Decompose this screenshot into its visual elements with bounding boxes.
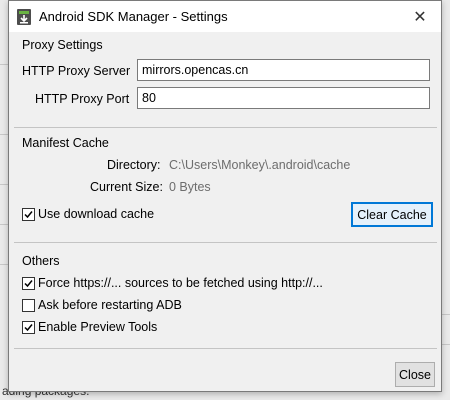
window-title: Android SDK Manager - Settings <box>39 9 228 24</box>
checkmark-icon <box>24 210 33 218</box>
checkbox-box[interactable] <box>22 298 35 312</box>
close-icon[interactable]: ✕ <box>399 1 441 32</box>
close-button[interactable]: Close <box>395 362 435 387</box>
directory-label: Directory: <box>107 158 161 172</box>
title-bar[interactable]: Android SDK Manager - Settings ✕ <box>9 1 441 32</box>
others-title: Others <box>22 254 60 268</box>
checkmark-icon <box>24 323 33 331</box>
settings-dialog: Android SDK Manager - Settings ✕ Proxy S… <box>8 0 442 392</box>
http-proxy-server-input[interactable]: mirrors.opencas.cn <box>137 59 430 81</box>
current-size-label: Current Size: <box>90 180 163 194</box>
manifest-cache-title: Manifest Cache <box>22 136 109 150</box>
section-divider <box>14 127 437 128</box>
checkbox-box[interactable] <box>22 207 35 221</box>
others-section: Others Force https://... sources to be f… <box>14 246 437 350</box>
checkbox-box[interactable] <box>22 276 35 290</box>
http-proxy-server-label: HTTP Proxy Server <box>22 64 131 78</box>
section-divider <box>14 242 437 243</box>
android-sdk-download-icon <box>17 8 31 25</box>
clear-cache-button[interactable]: Clear Cache <box>351 202 433 227</box>
use-download-cache-checkbox[interactable]: Use download cache <box>22 207 154 221</box>
force-http-label: Force https://... sources to be fetched … <box>38 276 323 290</box>
proxy-settings-section: Proxy Settings HTTP Proxy Server mirrors… <box>14 32 437 126</box>
force-http-checkbox[interactable]: Force https://... sources to be fetched … <box>22 276 323 290</box>
ask-restart-adb-checkbox[interactable]: Ask before restarting ADB <box>22 298 182 312</box>
use-download-cache-label: Use download cache <box>38 207 155 221</box>
proxy-settings-title: Proxy Settings <box>22 38 103 52</box>
ask-restart-adb-label: Ask before restarting ADB <box>38 298 182 312</box>
directory-value: C:\Users\Monkey\.android\cache <box>169 158 351 172</box>
section-divider <box>14 348 437 349</box>
enable-preview-tools-checkbox[interactable]: Enable Preview Tools <box>22 320 157 334</box>
current-size-value: 0 Bytes <box>169 180 211 194</box>
checkbox-box[interactable] <box>22 320 35 334</box>
http-proxy-port-label: HTTP Proxy Port <box>35 92 130 106</box>
http-proxy-port-input[interactable]: 80 <box>137 87 430 109</box>
enable-preview-tools-label: Enable Preview Tools <box>38 320 158 334</box>
manifest-cache-section: Manifest Cache Directory: C:\Users\Monke… <box>14 129 437 239</box>
checkmark-icon <box>24 279 33 287</box>
